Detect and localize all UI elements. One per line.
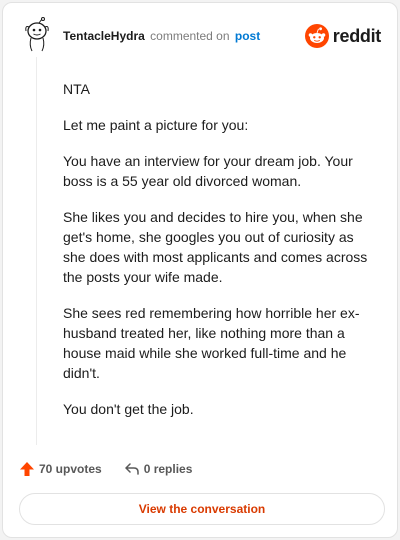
comment-paragraph: She sees red remembering how horrible he… bbox=[63, 305, 360, 381]
reddit-snoo-icon bbox=[304, 24, 329, 48]
comment-paragraph: You don't get the job. bbox=[63, 401, 194, 417]
reddit-wordmark: reddit bbox=[332, 25, 382, 46]
action-text: commented on bbox=[150, 29, 230, 43]
username-link[interactable]: TentacleHydra bbox=[63, 29, 145, 43]
view-conversation-button[interactable]: View the conversation bbox=[19, 493, 385, 525]
reddit-brand[interactable]: reddit bbox=[304, 23, 382, 49]
comment-paragraph: You have an interview for your dream job… bbox=[63, 153, 353, 189]
thread-line bbox=[36, 57, 37, 445]
comment-paragraph: NTA bbox=[63, 81, 90, 97]
reply-count: 0 replies bbox=[143, 462, 193, 476]
upvote-count: 70 upvotes bbox=[39, 462, 102, 476]
snoo-avatar-icon[interactable] bbox=[21, 17, 53, 53]
reply-arrow-icon[interactable] bbox=[124, 461, 140, 477]
upvote-arrow-icon[interactable] bbox=[19, 461, 35, 477]
comment-paragraph: Let me paint a picture for you: bbox=[63, 117, 249, 133]
comment-paragraph: She likes you and decides to hire you, w… bbox=[63, 209, 368, 285]
comment-embed-card: TentacleHydra commented on post reddit N… bbox=[2, 2, 398, 538]
comment-body: NTA Let me paint a picture for you: You … bbox=[63, 79, 375, 435]
reply-action[interactable]: 0 replies bbox=[124, 461, 193, 477]
upvote-action[interactable]: 70 upvotes bbox=[19, 461, 102, 477]
comment-actions: 70 upvotes 0 replies bbox=[19, 459, 192, 479]
comment-header: TentacleHydra commented on post reddit bbox=[3, 3, 397, 59]
post-link[interactable]: post bbox=[235, 29, 260, 43]
comment-meta: TentacleHydra commented on post bbox=[63, 29, 260, 43]
